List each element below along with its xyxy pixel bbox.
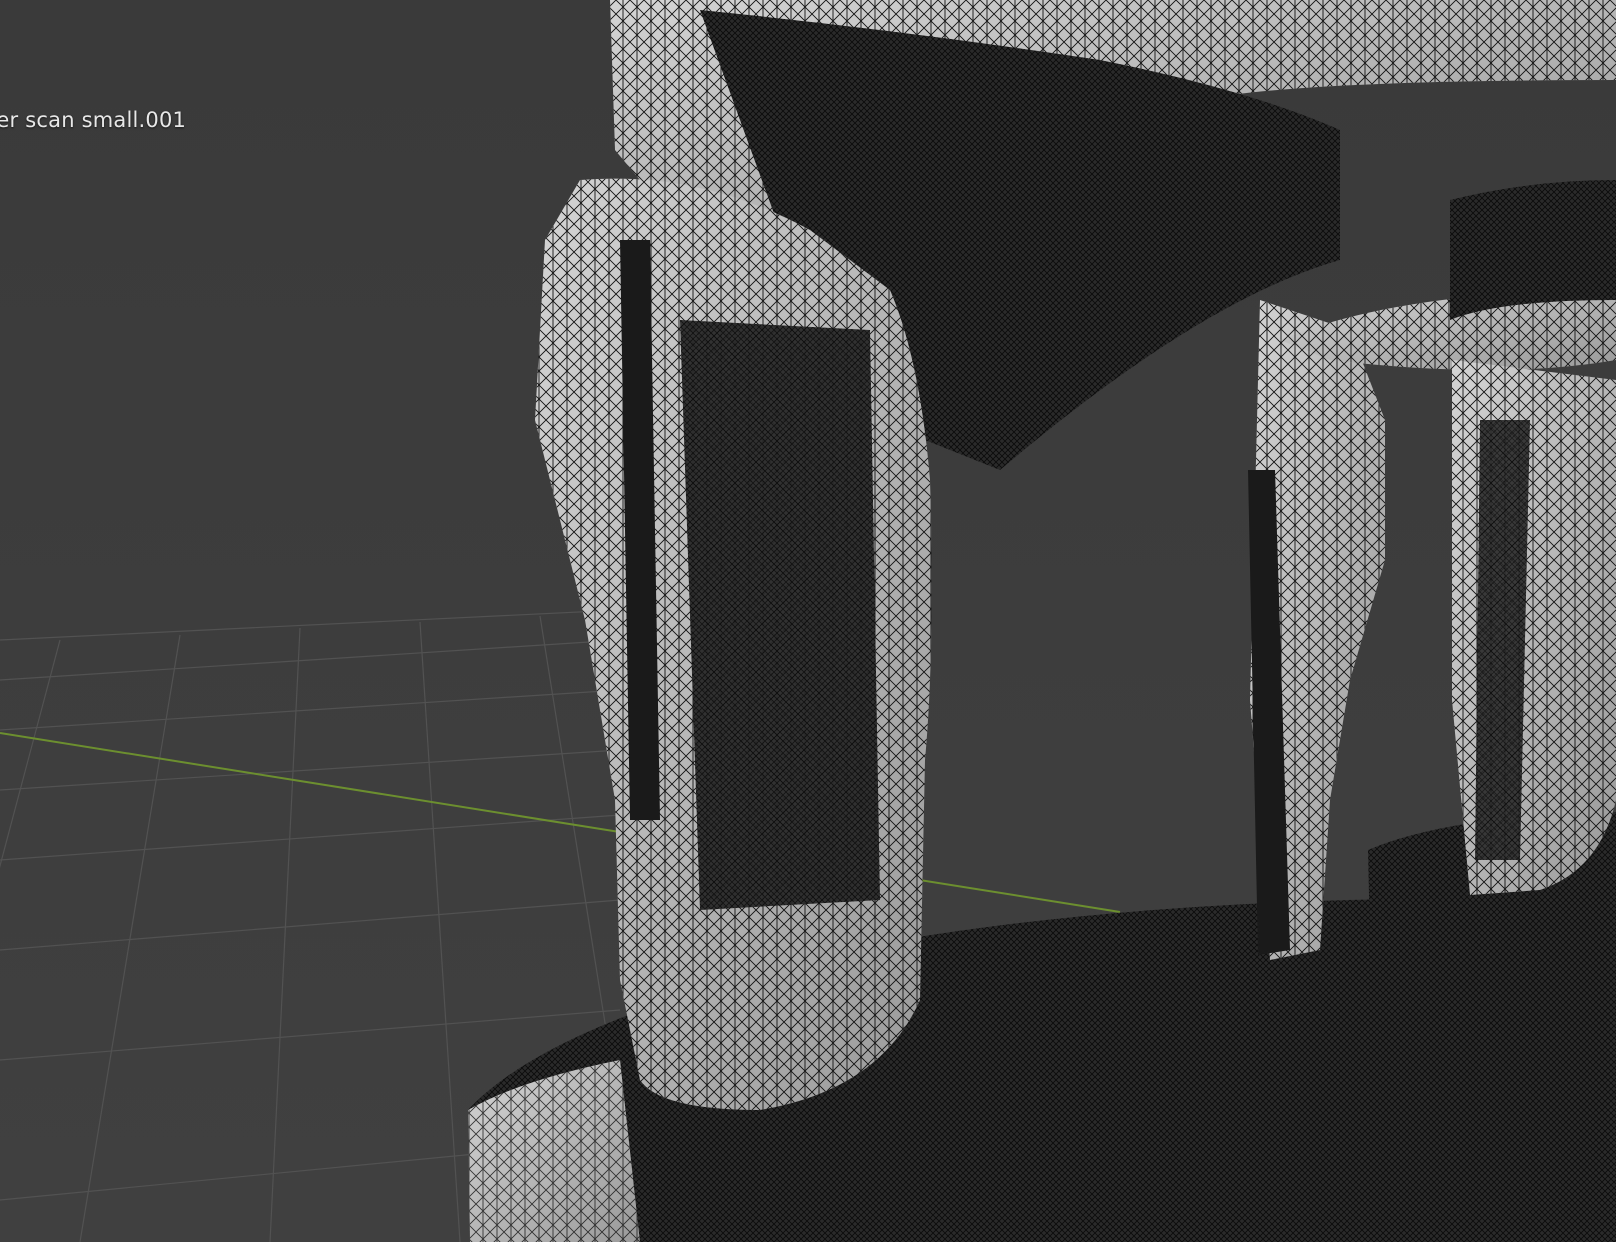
active-object-name: ter scan small.001 xyxy=(0,108,187,132)
3d-viewport[interactable]: ter scan small.001 xyxy=(0,0,1616,1242)
viewport-scene[interactable] xyxy=(0,0,1616,1242)
scan-mesh[interactable] xyxy=(468,0,1616,1242)
x-axis-line xyxy=(0,732,1121,913)
